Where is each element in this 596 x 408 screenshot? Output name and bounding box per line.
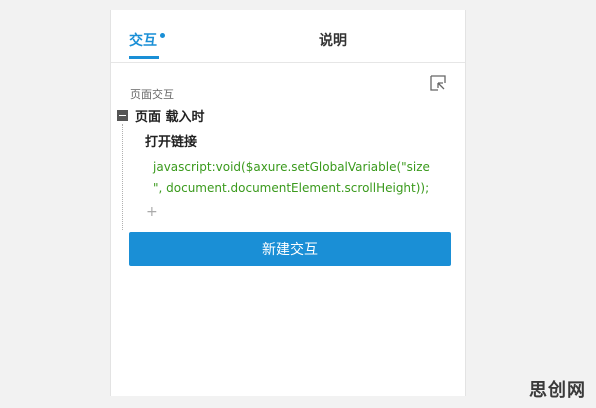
tab-interaction-label: 交互 xyxy=(129,33,157,49)
pin-icon[interactable] xyxy=(429,74,447,92)
section-label: 页面交互 xyxy=(130,88,174,101)
watermark-logo: 思创网 xyxy=(529,380,586,401)
action-label[interactable]: 打开链接 xyxy=(145,131,197,150)
collapse-icon[interactable] xyxy=(117,109,128,121)
tab-bar: 交互 说明 xyxy=(111,10,465,63)
tree-line xyxy=(122,124,123,230)
event-row[interactable]: 页面 载入时 xyxy=(117,106,205,125)
active-tab-indicator xyxy=(129,56,159,59)
tab-interaction[interactable]: 交互 xyxy=(129,30,165,50)
action-code[interactable]: javascript:void($axure.setGlobalVariable… xyxy=(153,157,453,199)
new-interaction-button[interactable]: 新建交互 xyxy=(129,232,451,266)
unsaved-dot-icon xyxy=(160,33,165,38)
add-action-icon[interactable]: + xyxy=(146,204,158,220)
event-label: 页面 载入时 xyxy=(135,109,205,125)
interaction-panel: 交互 说明 页面交互 页面 载入时 打开链接 javascript:void($… xyxy=(110,10,466,396)
tab-notes[interactable]: 说明 xyxy=(319,30,347,50)
